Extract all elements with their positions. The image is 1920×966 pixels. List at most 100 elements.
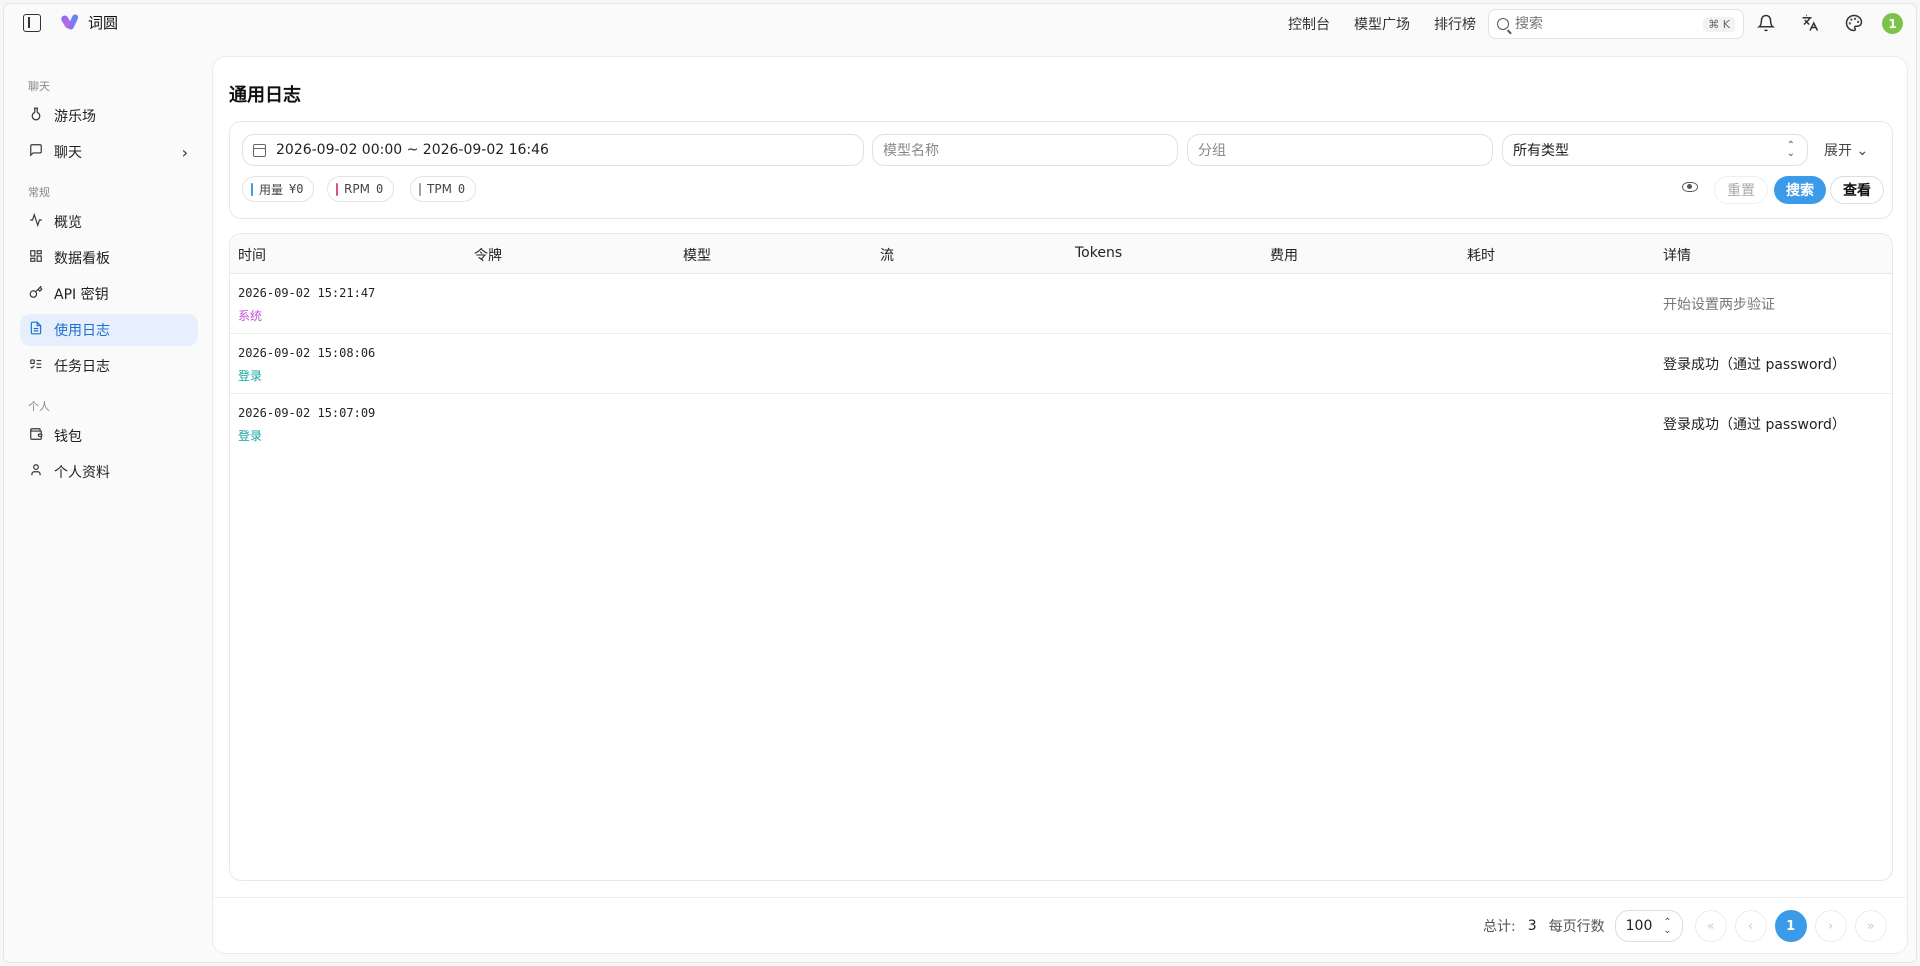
row-time: 2026-09-02 15:21:47 xyxy=(238,286,376,300)
sidebar-item-wallet[interactable]: 钱包 xyxy=(20,420,198,452)
type-select[interactable]: 所有类型 ⌃ ⌄ xyxy=(1502,134,1808,166)
date-range-picker[interactable]: 2026-09-02 00:00 ~ 2026-09-02 16:46 xyxy=(242,134,864,166)
stat-tpm-color-bar xyxy=(419,182,421,196)
eye-icon[interactable] xyxy=(1682,182,1698,192)
sidebar-item-label: 游乐场 xyxy=(54,109,96,125)
nav-console[interactable]: 控制台 xyxy=(1288,14,1330,34)
sidebar: 聊天 游乐场 聊天 › 常规 概览 数据看板 API 密钥 使用日志 任务日志 … xyxy=(20,70,198,492)
avatar[interactable]: 1 xyxy=(1882,13,1903,34)
dashboard-icon xyxy=(28,249,44,267)
search-button[interactable]: 搜索 xyxy=(1774,176,1826,204)
table-row[interactable]: 2026-09-02 15:07:09 登录 登录成功（通过 password） xyxy=(230,394,1892,454)
key-icon xyxy=(28,285,44,303)
rows-per-page-value: 100 xyxy=(1625,918,1653,934)
rows-per-page-select[interactable]: 100 ⌃ ⌄ xyxy=(1614,910,1683,942)
group-input[interactable]: 分组 xyxy=(1187,134,1493,166)
bell-icon[interactable] xyxy=(1755,12,1777,34)
sidebar-section-chat: 聊天 xyxy=(28,80,50,93)
pagination: 总计: 3 每页行数 100 ⌃ ⌄ « ‹ 1 › » xyxy=(1483,909,1887,943)
view-button[interactable]: 查看 xyxy=(1830,176,1884,204)
total-label: 总计: xyxy=(1483,919,1516,935)
table-row[interactable]: 2026-09-02 15:08:06 登录 登录成功（通过 password） xyxy=(230,334,1892,394)
palette-icon[interactable] xyxy=(1843,12,1865,34)
brand-logo-icon xyxy=(62,13,80,33)
sidebar-toggle-icon[interactable] xyxy=(23,14,41,32)
nav-model-market[interactable]: 模型广场 xyxy=(1354,14,1410,34)
table-row[interactable]: 2026-09-02 15:21:47 系统 开始设置两步验证 xyxy=(230,274,1892,334)
last-page-button[interactable]: » xyxy=(1854,910,1887,942)
sidebar-section-personal: 个人 xyxy=(28,400,50,413)
rows-per-page-label: 每页行数 xyxy=(1548,919,1605,935)
updown-chevron-icon: ⌃ ⌄ xyxy=(1663,917,1672,936)
sidebar-item-task-logs[interactable]: 任务日志 xyxy=(20,350,198,382)
top-nav: 控制台 模型广场 排行榜 xyxy=(1288,14,1476,34)
row-type-badge: 登录 xyxy=(238,369,263,383)
search-box[interactable]: ⌘ K xyxy=(1488,9,1744,39)
brand-name: 词圆 xyxy=(88,14,119,32)
group-placeholder: 分组 xyxy=(1198,143,1226,159)
stat-rpm-color-bar xyxy=(336,182,338,196)
sidebar-item-label: 数据看板 xyxy=(54,251,110,267)
stat-usage-color-bar xyxy=(251,182,253,196)
stat-rpm-value: 0 xyxy=(375,182,384,196)
sidebar-item-label: 个人资料 xyxy=(54,465,110,481)
model-name-input[interactable]: 模型名称 xyxy=(872,134,1178,166)
row-time: 2026-09-02 15:07:09 xyxy=(238,406,376,420)
next-page-button[interactable]: › xyxy=(1814,910,1847,942)
sidebar-item-profile[interactable]: 个人资料 xyxy=(20,456,198,488)
stat-rpm-label: RPM xyxy=(344,182,370,196)
top-icons xyxy=(1755,12,1865,34)
expand-toggle[interactable]: 展开 ⌄ xyxy=(1824,140,1868,160)
column-header-model: 模型 xyxy=(683,248,711,264)
calendar-icon xyxy=(253,143,266,157)
sidebar-item-overview[interactable]: 概览 xyxy=(20,206,198,238)
stat-usage-value: ¥0 xyxy=(289,182,304,196)
row-detail: 登录成功（通过 password） xyxy=(1663,357,1846,373)
tasklist-icon xyxy=(28,357,44,375)
search-icon xyxy=(1497,18,1509,30)
user-icon xyxy=(28,463,44,481)
flask-icon xyxy=(28,107,44,125)
model-name-placeholder: 模型名称 xyxy=(883,143,939,159)
column-header-time: 时间 xyxy=(238,248,266,264)
column-header-cost: 费用 xyxy=(1270,248,1298,264)
sidebar-item-label: 钱包 xyxy=(54,429,82,445)
sidebar-item-dashboard[interactable]: 数据看板 xyxy=(20,242,198,274)
sidebar-item-api-keys[interactable]: API 密钥 xyxy=(20,278,198,310)
stat-usage: 用量 ¥0 xyxy=(242,176,315,202)
column-header-details: 详情 xyxy=(1663,248,1691,264)
row-type-badge: 系统 xyxy=(238,309,263,323)
date-range-value: 2026-09-02 00:00 ~ 2026-09-02 16:46 xyxy=(276,142,549,158)
row-type-badge: 登录 xyxy=(238,429,263,443)
column-header-token: 令牌 xyxy=(474,248,502,264)
sidebar-item-usage-logs[interactable]: 使用日志 xyxy=(20,314,198,346)
page-button-current[interactable]: 1 xyxy=(1774,910,1807,942)
sidebar-item-label: API 密钥 xyxy=(54,287,109,303)
table-header: 时间 令牌 模型 流 Tokens 费用 耗时 详情 xyxy=(230,234,1892,274)
reset-button[interactable]: 重置 xyxy=(1714,176,1768,204)
row-detail: 登录成功（通过 password） xyxy=(1663,417,1846,433)
column-header-duration: 耗时 xyxy=(1467,248,1495,264)
type-select-value: 所有类型 xyxy=(1513,143,1569,159)
stat-tpm-value: 0 xyxy=(457,182,466,196)
logs-table: 时间 令牌 模型 流 Tokens 费用 耗时 详情 2026-09-02 15… xyxy=(229,233,1893,881)
sidebar-item-label: 使用日志 xyxy=(54,323,110,339)
search-input[interactable] xyxy=(1515,16,1698,32)
translate-icon[interactable] xyxy=(1799,12,1821,34)
page-title: 通用日志 xyxy=(229,85,301,106)
sidebar-item-playground[interactable]: 游乐场 xyxy=(20,100,198,132)
sidebar-item-chat[interactable]: 聊天 › xyxy=(20,136,198,168)
chevron-right-icon: › xyxy=(181,142,188,162)
first-page-button[interactable]: « xyxy=(1694,910,1727,942)
stat-tpm-label: TPM xyxy=(427,182,452,196)
prev-page-button[interactable]: ‹ xyxy=(1734,910,1767,942)
expand-label: 展开 xyxy=(1824,143,1852,159)
brand[interactable]: 词圆 xyxy=(62,12,118,33)
wallet-icon xyxy=(28,427,44,445)
sidebar-item-label: 任务日志 xyxy=(54,359,110,375)
filter-panel: 2026-09-02 00:00 ~ 2026-09-02 16:46 模型名称… xyxy=(229,121,1893,219)
chevron-down-icon: ⌄ xyxy=(1856,143,1869,159)
nav-leaderboard[interactable]: 排行榜 xyxy=(1434,14,1476,34)
footer-divider xyxy=(213,897,1907,898)
activity-icon xyxy=(28,212,44,231)
